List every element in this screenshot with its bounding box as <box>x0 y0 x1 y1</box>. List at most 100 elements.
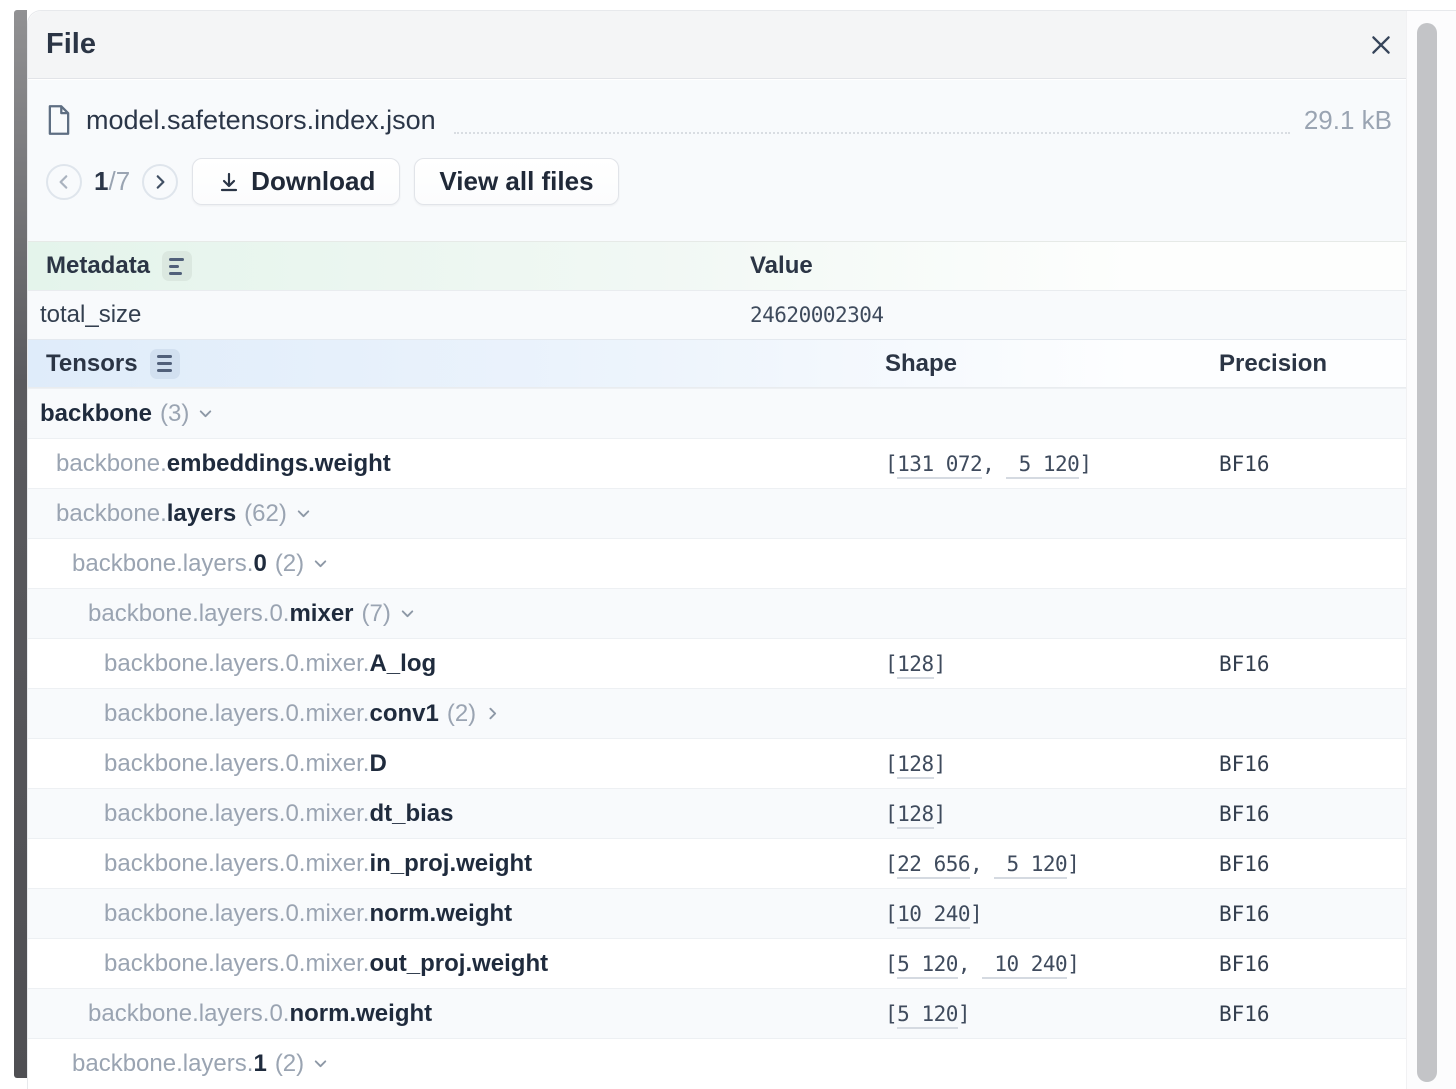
modal-title: File <box>46 28 96 60</box>
tensor-name-prefix: backbone. <box>56 499 167 527</box>
precision-column-header: Precision <box>1219 349 1328 377</box>
tensor-name-leaf: 0 <box>253 549 267 577</box>
metadata-filter-button[interactable] <box>162 251 193 281</box>
chevron-right-icon <box>151 173 169 191</box>
next-file-button[interactable] <box>142 163 179 200</box>
tensor-name-prefix: backbone.layers.0.mixer. <box>104 799 370 827</box>
tensor-row: backbone.layers.0.mixer. D [128] BF16 <box>28 738 1408 788</box>
tensor-name: backbone.layers.0.mixer. in_proj.weight <box>28 850 885 878</box>
tensor-name-leaf: embeddings.weight <box>166 449 391 477</box>
tensor-name-prefix: backbone.layers.0.mixer. <box>104 649 370 677</box>
tensor-child-count: (2) <box>274 1049 305 1077</box>
tensor-name-prefix: backbone.layers. <box>72 1049 254 1077</box>
chevron-down-icon <box>312 1055 329 1072</box>
tensor-row[interactable]: backbone.layers.0.mixer. conv1 (2) <box>28 688 1408 738</box>
tensor-row[interactable]: backbone.layers.0. mixer (7) <box>28 588 1408 638</box>
download-icon <box>217 170 241 194</box>
tensor-name-leaf: norm.weight <box>289 999 433 1027</box>
tensor-precision: BF16 <box>1219 751 1270 776</box>
chevron-left-icon <box>55 173 73 191</box>
tensor-child-count: (2) <box>446 699 477 727</box>
tensor-name: backbone.layers. 0 (2) <box>28 550 885 578</box>
close-icon <box>1368 32 1394 58</box>
tensor-row[interactable]: backbone (3) <box>28 388 1408 438</box>
download-button[interactable]: Download <box>192 158 401 205</box>
tensor-name-leaf: A_log <box>369 649 437 677</box>
tensor-name-leaf: out_proj.weight <box>369 949 549 977</box>
tensor-name: backbone. layers (62) <box>28 500 885 528</box>
tensor-name-prefix: backbone.layers.0. <box>88 999 290 1027</box>
tensor-name-leaf: D <box>369 749 387 777</box>
tensor-name: backbone.layers.0. mixer (7) <box>28 600 885 628</box>
tensor-child-count: (7) <box>361 599 391 627</box>
document-icon <box>46 104 72 136</box>
tensor-name-prefix: backbone.layers.0.mixer. <box>104 849 370 877</box>
download-label: Download <box>251 166 376 196</box>
tensor-name-leaf: in_proj.weight <box>369 849 533 877</box>
page-separator: / <box>108 166 116 196</box>
scrollbar-thumb[interactable] <box>1417 23 1437 1082</box>
file-pagination: 1/7 <box>94 166 130 197</box>
metadata-key: total_size <box>40 301 142 328</box>
prev-file-button[interactable] <box>46 163 82 200</box>
tensor-row[interactable]: backbone.layers. 0 (2) <box>28 538 1408 588</box>
tensor-name-prefix: backbone.layers.0.mixer. <box>104 699 370 727</box>
tensor-name-prefix: backbone. <box>56 449 167 477</box>
page-total: 7 <box>115 166 131 196</box>
tensor-name-leaf: conv1 <box>369 699 439 727</box>
tensors-section-header: Tensors Shape Precision <box>28 339 1408 388</box>
tensor-precision: BF16 <box>1219 851 1270 876</box>
tensor-precision: BF16 <box>1219 951 1270 976</box>
tensor-name-prefix: backbone.layers.0.mixer. <box>104 749 370 777</box>
view-all-label: View all files <box>439 166 594 196</box>
tensor-name-prefix: backbone.layers.0.mixer. <box>104 899 370 927</box>
file-toolbar: 1/7 Download View all files <box>46 158 1392 205</box>
modal-scrollbar <box>1406 11 1456 1089</box>
tensor-name-prefix: backbone.layers.0.mixer. <box>104 949 370 977</box>
tensor-shape: [5 120] <box>885 1001 1219 1029</box>
dotted-leader <box>453 120 1290 134</box>
tensors-header-label: Tensors <box>46 349 138 377</box>
modal-content: model.safetensors.index.json 29.1 kB 1/7 <box>28 80 1408 1088</box>
metadata-section-header: Metadata Value <box>28 241 1408 291</box>
tensor-name: backbone.layers.0.mixer. norm.weight <box>28 900 885 928</box>
tensor-row: backbone.layers.0.mixer. dt_bias [128] BF… <box>28 788 1408 838</box>
tensor-child-count: (62) <box>244 499 287 527</box>
tensors-list-button[interactable] <box>149 348 180 379</box>
tensor-name-prefix: backbone.layers.0. <box>88 599 290 627</box>
tensor-row[interactable]: backbone.layers. 1 (2) <box>28 1038 1408 1088</box>
tensor-shape: [22 656, 5 120] <box>885 851 1219 879</box>
tensor-name-prefix: backbone.layers. <box>72 549 254 577</box>
chevron-right-icon <box>484 705 501 722</box>
file-viewer-modal: File model.safetensors.index.json 29.1 k… <box>27 10 1456 1089</box>
tensor-row[interactable]: backbone. layers (62) <box>28 488 1408 538</box>
dimmed-backdrop-edge <box>14 10 27 1078</box>
tensor-name: backbone. embeddings.weight <box>28 450 885 478</box>
tensor-precision: BF16 <box>1219 901 1270 926</box>
shape-column-header: Shape <box>885 349 958 377</box>
tensor-row: backbone.layers.0.mixer. norm.weight [10 … <box>28 888 1408 938</box>
tensor-name: backbone.layers.0.mixer. A_log <box>28 650 885 678</box>
tensor-shape: [131 072, 5 120] <box>885 451 1219 479</box>
file-row: model.safetensors.index.json 29.1 kB <box>46 98 1392 142</box>
tensor-shape: [10 240] <box>885 901 1219 929</box>
chevron-down-icon <box>312 555 329 572</box>
tensor-name-leaf: norm.weight <box>369 899 513 927</box>
tensor-name-leaf: layers <box>166 499 237 527</box>
metadata-header-label: Metadata <box>46 252 151 279</box>
tensor-name: backbone.layers.0.mixer. conv1 (2) <box>28 700 885 728</box>
metadata-row: total_size 24620002304 <box>28 291 1408 339</box>
view-all-files-button[interactable]: View all files <box>414 158 619 205</box>
value-column-header: Value <box>750 252 813 279</box>
close-button[interactable] <box>1364 28 1398 62</box>
tensor-name: backbone (3) <box>28 400 885 428</box>
tensor-name-leaf: 1 <box>253 1049 267 1077</box>
tensor-name-leaf: mixer <box>289 599 354 627</box>
modal-header: File <box>28 11 1456 79</box>
tensor-precision: BF16 <box>1219 451 1270 476</box>
tensor-row: backbone.layers.0.mixer. out_proj.weight … <box>28 938 1408 988</box>
tensor-row: backbone.layers.0. norm.weight [5 120] BF… <box>28 988 1408 1038</box>
chevron-down-icon <box>197 405 214 422</box>
tensor-precision: BF16 <box>1219 1001 1270 1026</box>
tensor-name: backbone.layers.0. norm.weight <box>28 1000 885 1028</box>
